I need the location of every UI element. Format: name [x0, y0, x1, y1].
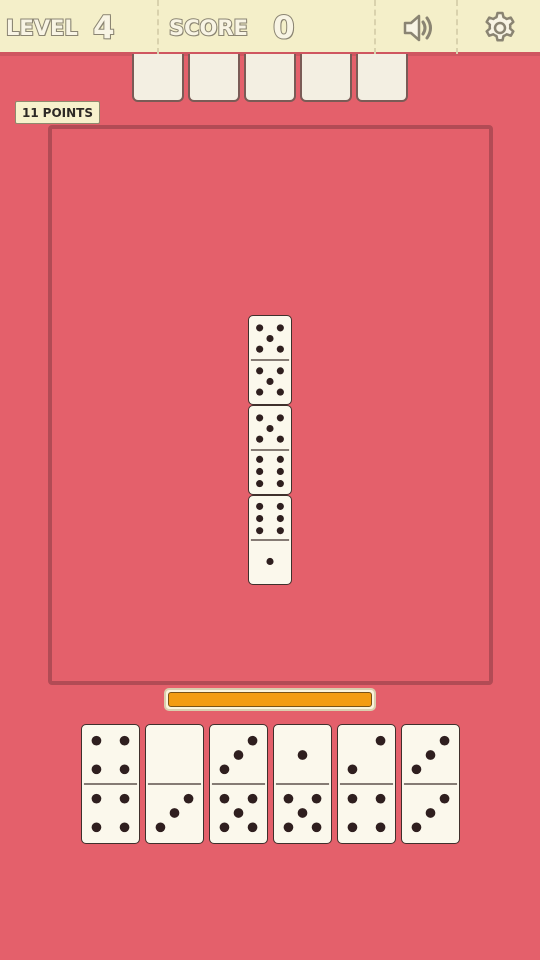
domino-pip [91, 735, 102, 746]
domino-pip [233, 750, 244, 760]
points-label: POINTS [42, 105, 94, 120]
domino-slot[interactable] [188, 54, 240, 102]
domino-pip [183, 793, 194, 804]
domino-pip [276, 435, 284, 443]
domino-tile[interactable] [145, 724, 204, 844]
domino-pip [247, 822, 258, 833]
domino-pip [297, 808, 308, 818]
domino-pip [425, 808, 436, 818]
points-badge: 11 POINTS [15, 101, 100, 124]
domino-pip [256, 367, 264, 375]
domino-pip [266, 557, 274, 566]
domino-pip [276, 455, 284, 463]
domino-pip [256, 527, 264, 535]
domino-pip [266, 334, 274, 343]
domino-pip [169, 808, 180, 818]
domino-pip [276, 345, 284, 353]
domino-pip [91, 764, 102, 775]
domino-slot[interactable] [356, 54, 408, 102]
domino-pip [311, 822, 322, 833]
domino-pip [256, 502, 264, 510]
domino-pip [256, 414, 264, 422]
domino-pip [276, 502, 284, 510]
domino-pip [233, 808, 244, 818]
domino-pip [276, 414, 284, 422]
domino-pip [347, 793, 358, 804]
domino-tile[interactable] [81, 724, 140, 844]
domino-pip [247, 735, 258, 746]
domino-pip [256, 467, 264, 476]
domino-pip [276, 324, 284, 332]
hud-divider [374, 0, 376, 54]
domino-pip [219, 793, 230, 804]
domino-pip [297, 750, 308, 760]
domino-pip [256, 435, 264, 443]
domino-pip [219, 764, 230, 775]
domino-pip [276, 514, 284, 523]
domino-pip [439, 793, 450, 804]
domino-pip [256, 388, 264, 396]
domino-pip [256, 324, 264, 332]
domino-pip [347, 764, 358, 775]
domino-pip [266, 424, 274, 433]
timer-fill [168, 692, 372, 707]
domino-pip [119, 793, 130, 804]
domino-pip [276, 388, 284, 396]
domino-tile [248, 315, 292, 405]
domino-pip [311, 793, 322, 804]
domino-pip [256, 480, 264, 488]
domino-pip [283, 793, 294, 804]
level-label: LEVEL [5, 15, 79, 41]
domino-pip [276, 480, 284, 488]
hud-divider [456, 0, 458, 54]
speaker-icon[interactable] [400, 10, 436, 46]
domino-tile[interactable] [337, 724, 396, 844]
domino-pip [256, 455, 264, 463]
domino-pip [219, 822, 230, 833]
domino-pip [347, 822, 358, 833]
domino-tile [248, 495, 292, 585]
domino-pip [155, 822, 166, 833]
level-value: 4 [92, 9, 116, 47]
domino-pip [119, 735, 130, 746]
domino-pip [375, 822, 386, 833]
domino-pip [439, 735, 450, 746]
domino-pip [411, 764, 422, 775]
domino-pip [283, 822, 294, 833]
score-value: 0 [272, 9, 296, 47]
domino-slot[interactable] [300, 54, 352, 102]
domino-tile[interactable] [209, 724, 268, 844]
domino-pip [119, 764, 130, 775]
domino-pip [266, 377, 274, 386]
score-label: SCORE [168, 15, 249, 41]
points-value: 11 [21, 105, 39, 120]
domino-pip [276, 467, 284, 476]
gear-icon[interactable] [482, 10, 518, 46]
domino-pip [276, 367, 284, 375]
domino-tile[interactable] [401, 724, 460, 844]
domino-pip [91, 793, 102, 804]
domino-pip [256, 514, 264, 523]
hud-divider [157, 0, 159, 54]
timer-bar [164, 688, 376, 711]
domino-pip [247, 793, 258, 804]
domino-pip [411, 822, 422, 833]
domino-pip [375, 735, 386, 746]
domino-pip [276, 527, 284, 535]
domino-tile[interactable] [273, 724, 332, 844]
domino-pip [119, 822, 130, 833]
domino-pip [91, 822, 102, 833]
domino-pip [375, 793, 386, 804]
domino-tile [248, 405, 292, 495]
domino-slot[interactable] [244, 54, 296, 102]
domino-pip [425, 750, 436, 760]
top-bar: LEVEL 4 SCORE 0 [0, 0, 540, 56]
domino-slot[interactable] [132, 54, 184, 102]
domino-pip [256, 345, 264, 353]
